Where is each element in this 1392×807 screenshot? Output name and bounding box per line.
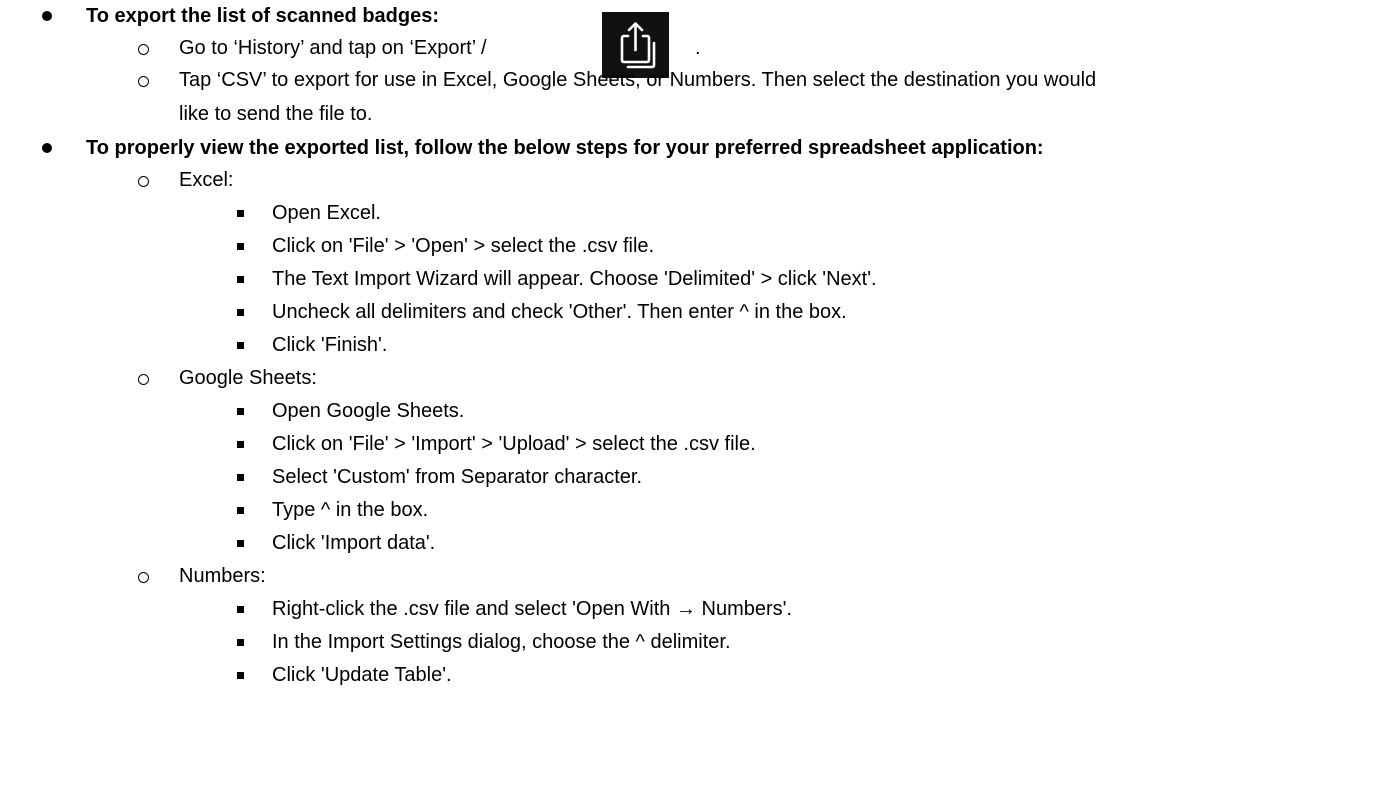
square-bullet-icon bbox=[237, 342, 244, 349]
square-bullet-icon bbox=[237, 672, 244, 679]
sheets-step-2: Click on 'File' > 'Import' > 'Upload' > … bbox=[272, 433, 756, 455]
square-bullet-icon bbox=[237, 540, 244, 547]
sheets-step-4: Type ^ in the box. bbox=[272, 499, 429, 521]
square-bullet-icon bbox=[237, 606, 244, 613]
document-page: To export the list of scanned badges: Go… bbox=[0, 0, 1392, 807]
square-bullet-icon bbox=[237, 639, 244, 646]
numbers-step-1: Right-click the .csv file and select 'Op… bbox=[272, 598, 793, 620]
bullet-icon bbox=[42, 11, 52, 21]
section-heading-view: To properly view the exported list, foll… bbox=[86, 137, 1044, 159]
sheets-step-3: Select 'Custom' from Separator character… bbox=[272, 466, 643, 488]
square-bullet-icon bbox=[237, 243, 244, 250]
numbers-step-3: Click 'Update Table'. bbox=[272, 664, 452, 686]
bullet-icon bbox=[42, 143, 52, 153]
square-bullet-icon bbox=[237, 408, 244, 415]
square-bullet-icon bbox=[237, 441, 244, 448]
sub-bullet-icon bbox=[138, 572, 149, 583]
square-bullet-icon bbox=[237, 309, 244, 316]
app-name-numbers: Numbers: bbox=[179, 565, 266, 587]
sub-bullet-icon bbox=[138, 44, 149, 55]
square-bullet-icon bbox=[237, 210, 244, 217]
sub-bullet-icon bbox=[138, 76, 149, 87]
app-name-google-sheets: Google Sheets: bbox=[179, 367, 317, 389]
sheets-step-1: Open Google Sheets. bbox=[272, 400, 465, 422]
excel-step-5: Click 'Finish'. bbox=[272, 334, 388, 356]
step-history-period: . bbox=[695, 37, 701, 59]
step-csv-line1: Tap ‘CSV’ to export for use in Excel, Go… bbox=[179, 69, 1097, 91]
app-name-excel: Excel: bbox=[179, 169, 234, 191]
section-heading-export: To export the list of scanned badges: bbox=[86, 5, 440, 27]
excel-step-1: Open Excel. bbox=[272, 202, 381, 224]
excel-step-3: The Text Import Wizard will appear. Choo… bbox=[272, 268, 877, 290]
sub-bullet-icon bbox=[138, 374, 149, 385]
square-bullet-icon bbox=[237, 507, 244, 514]
excel-step-4: Uncheck all delimiters and check 'Other'… bbox=[272, 301, 847, 323]
square-bullet-icon bbox=[237, 474, 244, 481]
step-history-export: Go to ‘History’ and tap on ‘Export’ / bbox=[179, 37, 487, 59]
numbers-step-2: In the Import Settings dialog, choose th… bbox=[272, 631, 731, 653]
sheets-step-5: Click 'Import data'. bbox=[272, 532, 436, 554]
square-bullet-icon bbox=[237, 276, 244, 283]
sub-bullet-icon bbox=[138, 176, 149, 187]
step-csv-line2: like to send the file to. bbox=[179, 103, 373, 125]
excel-step-2: Click on 'File' > 'Open' > select the .c… bbox=[272, 235, 655, 257]
